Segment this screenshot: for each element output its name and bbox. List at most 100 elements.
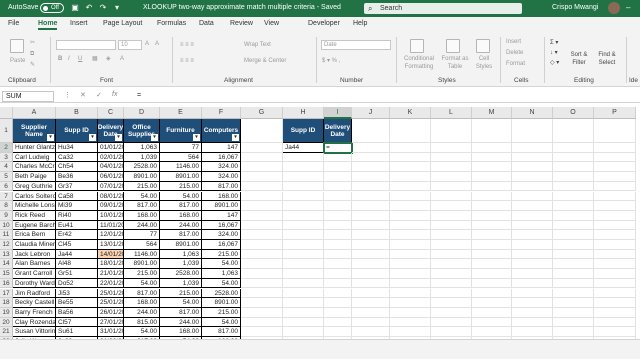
empty-cell[interactable] [390,269,431,279]
tab-developer[interactable]: Developer [308,20,340,27]
empty-cell[interactable] [472,210,512,221]
row-header[interactable]: 19 [0,307,13,318]
empty-cell[interactable] [594,249,636,260]
empty-cell[interactable] [324,230,352,240]
empty-cell[interactable] [390,143,431,153]
empty-cell[interactable] [241,269,283,279]
table-cell[interactable]: 168.00 [202,191,241,202]
empty-cell[interactable] [352,269,390,279]
empty-cell[interactable] [512,317,553,328]
empty-cell[interactable] [283,240,324,250]
table-header[interactable]: Delivery Date ▾ [98,119,124,143]
table-cell[interactable]: 324.00 [202,172,241,182]
empty-cell[interactable] [472,172,512,182]
user-name[interactable]: Crispo Mwangi [552,4,598,11]
empty-cell[interactable] [431,278,472,289]
empty-cell[interactable] [352,307,390,318]
table-header[interactable]: Furniture ▾ [160,119,202,143]
number-format-box[interactable]: Date [321,40,391,50]
empty-cell[interactable] [472,119,512,143]
empty-cell[interactable] [594,288,636,299]
empty-cell[interactable] [553,162,594,173]
table-cell[interactable]: 06/01/2020 [98,172,124,182]
empty-cell[interactable] [241,288,283,299]
shrink-font-icon[interactable]: A [155,40,159,48]
table-header[interactable]: Supp ID ▾ [56,119,98,143]
empty-cell[interactable] [431,119,472,143]
empty-cell[interactable] [324,288,352,299]
table-cell[interactable]: 2528.00 [160,269,202,279]
empty-cell[interactable] [390,172,431,182]
row-header[interactable]: 2 [0,143,13,153]
empty-cell[interactable] [512,162,553,173]
table-cell[interactable]: 54.00 [124,191,160,202]
filter-dropdown-icon[interactable]: ▾ [232,134,239,141]
empty-cell[interactable] [431,191,472,202]
table-cell[interactable]: 1146.00 [160,162,202,173]
table-cell[interactable]: 77 [124,230,160,240]
empty-cell[interactable] [594,119,636,143]
empty-cell[interactable] [472,298,512,308]
empty-cell[interactable] [283,172,324,182]
column-header[interactable]: C [98,107,124,119]
row-header[interactable]: 9 [0,210,13,221]
insert-function-button[interactable]: fx [112,91,117,98]
empty-cell[interactable] [431,269,472,279]
column-header[interactable]: J [352,107,390,119]
table-cell[interactable]: 168.00 [160,210,202,221]
empty-cell[interactable] [472,191,512,202]
table-cell[interactable]: Gr51 [56,269,98,279]
empty-cell[interactable] [472,143,512,153]
table-cell[interactable]: 215.00 [124,269,160,279]
empty-cell[interactable] [472,307,512,318]
empty-cell[interactable] [512,230,553,240]
empty-cell[interactable] [431,288,472,299]
empty-cell[interactable] [283,307,324,318]
table-cell[interactable]: 1146.00 [124,249,160,260]
table-cell[interactable]: 324.00 [202,162,241,173]
table-cell[interactable]: 12/01/2020 [98,230,124,240]
table-cell[interactable]: 54.00 [202,259,241,270]
font-color-icon[interactable]: A [120,55,124,63]
table-cell[interactable]: 817.00 [160,230,202,240]
table-cell[interactable]: 168.00 [124,210,160,221]
empty-cell[interactable] [283,317,324,328]
empty-cell[interactable] [512,249,553,260]
table-cell[interactable]: 25/01/2020 [98,288,124,299]
empty-cell[interactable] [512,181,553,192]
empty-cell[interactable] [472,269,512,279]
table-cell[interactable]: Greg Guthrie [13,181,56,192]
empty-cell[interactable] [283,327,324,337]
empty-cell[interactable] [431,317,472,328]
empty-cell[interactable] [594,143,636,153]
table-cell[interactable]: 817.00 [202,327,241,337]
empty-cell[interactable] [512,119,553,143]
row-header[interactable]: 13 [0,249,13,260]
table-cell[interactable]: 14/01/2020 [98,249,124,260]
table-cell[interactable]: Cl45 [56,240,98,250]
empty-cell[interactable] [431,298,472,308]
empty-cell[interactable] [512,240,553,250]
table-cell[interactable]: 54.00 [202,278,241,289]
table-cell[interactable]: 31/01/2020 [98,327,124,337]
column-header[interactable]: L [431,107,472,119]
empty-cell[interactable] [352,152,390,163]
empty-cell[interactable] [241,307,283,318]
row-header[interactable]: 17 [0,288,13,299]
table-cell[interactable]: 8901.00 [124,259,160,270]
row-header[interactable]: 5 [0,172,13,182]
lookup-header[interactable]: Supp ID [283,119,324,143]
table-cell[interactable]: Hunter Glantz [13,143,56,153]
column-header[interactable]: B [56,107,98,119]
table-cell[interactable]: Ji53 [56,288,98,299]
empty-cell[interactable] [553,220,594,231]
empty-cell[interactable] [241,240,283,250]
empty-cell[interactable] [472,201,512,211]
table-cell[interactable]: Do52 [56,278,98,289]
active-cell-input[interactable]: = [323,142,353,154]
table-cell[interactable]: 324.00 [202,230,241,240]
sort-filter-button[interactable]: Sort & Filter [566,51,592,67]
table-cell[interactable]: Jack Lebron [13,249,56,260]
empty-cell[interactable] [241,201,283,211]
minimize-icon[interactable]: – [626,3,630,12]
